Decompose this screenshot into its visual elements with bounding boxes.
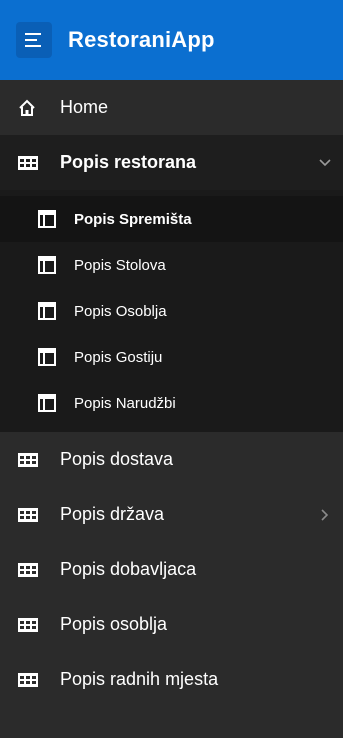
app-shell: RestoraniApp Home Popis restorana Popis … bbox=[0, 0, 343, 738]
home-icon bbox=[18, 98, 44, 118]
sub-item-label: Popis Narudžbi bbox=[74, 394, 176, 412]
nav-item-deliveries[interactable]: Popis dostava bbox=[0, 432, 343, 487]
layout-icon bbox=[38, 210, 56, 228]
chevron-down-icon[interactable] bbox=[317, 155, 333, 171]
sidebar-nav: Home Popis restorana Popis Spremišta Pop… bbox=[0, 80, 343, 707]
nav-item-workplaces[interactable]: Popis radnih mjesta bbox=[0, 652, 343, 707]
restaurants-submenu: Popis Spremišta Popis Stolova Popis Osob… bbox=[0, 190, 343, 432]
nav-item-label: Popis radnih mjesta bbox=[60, 669, 219, 689]
sub-item-tables[interactable]: Popis Stolova bbox=[0, 242, 343, 288]
nav-item-label: Popis osoblja bbox=[60, 614, 168, 634]
table-icon bbox=[18, 615, 44, 635]
nav-item-label: Popis dostava bbox=[60, 449, 174, 469]
nav-item-label: Popis dobavljaca bbox=[60, 559, 197, 579]
sub-item-label: Popis Osoblja bbox=[74, 302, 167, 320]
menu-toggle-button[interactable] bbox=[16, 22, 52, 58]
table-icon bbox=[18, 505, 44, 525]
sub-item-guests[interactable]: Popis Gostiju bbox=[0, 334, 343, 380]
layout-icon bbox=[38, 302, 56, 320]
chevron-right-icon[interactable] bbox=[317, 507, 333, 523]
nav-item-suppliers[interactable]: Popis dobavljaca bbox=[0, 542, 343, 597]
table-icon bbox=[18, 450, 44, 470]
table-icon bbox=[18, 153, 44, 173]
app-title: RestoraniApp bbox=[68, 27, 215, 52]
sub-item-orders[interactable]: Popis Narudžbi bbox=[0, 380, 343, 426]
nav-item-label: Home bbox=[60, 97, 109, 117]
sub-item-staff[interactable]: Popis Osoblja bbox=[0, 288, 343, 334]
nav-item-restaurants[interactable]: Popis restorana bbox=[0, 135, 343, 190]
menu-icon bbox=[25, 33, 43, 47]
app-header: RestoraniApp bbox=[0, 0, 343, 80]
layout-icon bbox=[38, 348, 56, 366]
table-icon bbox=[18, 560, 44, 580]
nav-item-countries[interactable]: Popis država bbox=[0, 487, 343, 542]
sub-item-label: Popis Gostiju bbox=[74, 348, 163, 366]
sub-item-label: Popis Spremišta bbox=[74, 210, 192, 228]
nav-item-label: Popis restorana bbox=[60, 152, 197, 172]
nav-item-label: Popis država bbox=[60, 504, 165, 524]
layout-icon bbox=[38, 394, 56, 412]
sub-item-storage[interactable]: Popis Spremišta bbox=[0, 196, 343, 242]
table-icon bbox=[18, 670, 44, 690]
layout-icon bbox=[38, 256, 56, 274]
sub-item-label: Popis Stolova bbox=[74, 256, 166, 274]
nav-item-staff[interactable]: Popis osoblja bbox=[0, 597, 343, 652]
nav-item-home[interactable]: Home bbox=[0, 80, 343, 135]
